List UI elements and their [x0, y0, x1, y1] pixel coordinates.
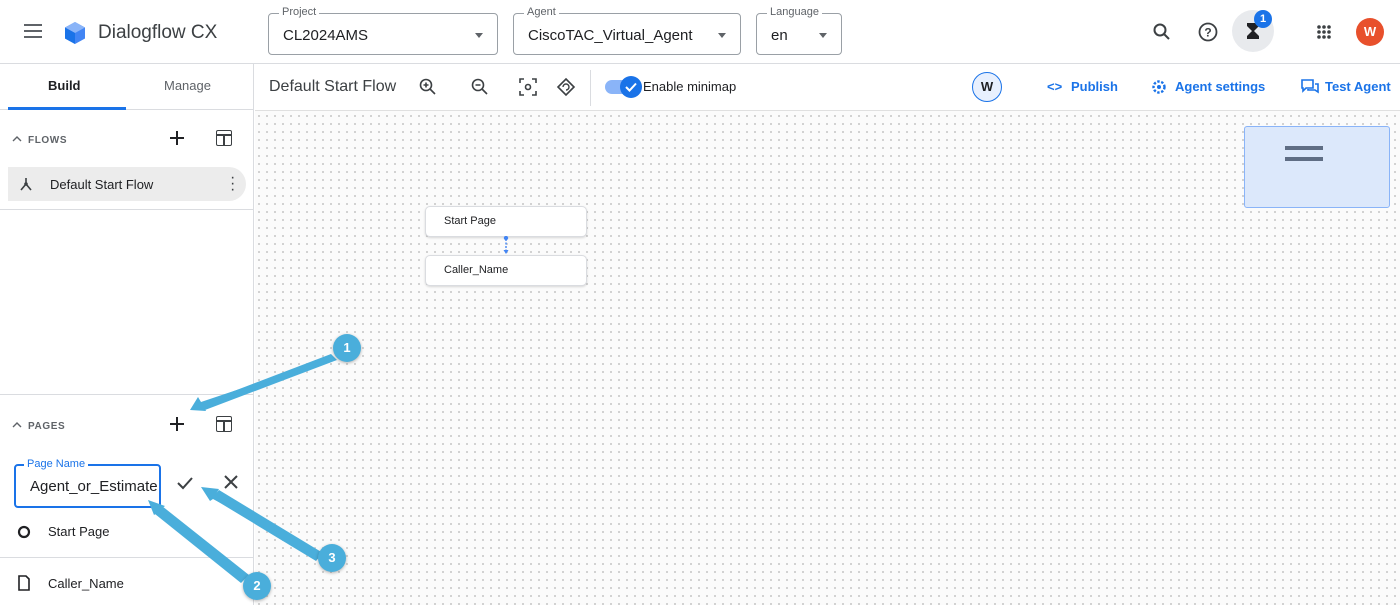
node-label: Caller_Name: [444, 264, 509, 276]
notifications-button[interactable]: 1: [1232, 10, 1274, 52]
callout-badge-1: 1: [333, 334, 361, 362]
auto-layout-icon[interactable]: [555, 76, 577, 98]
canvas-node-start-page[interactable]: Start Page: [425, 206, 587, 237]
minimap-node: [1285, 146, 1323, 150]
callout-badge-2: 2: [243, 572, 271, 600]
chevron-up-icon[interactable]: [12, 420, 22, 430]
page-name-input[interactable]: Agent_or_Estimate: [30, 478, 158, 495]
page-item-label: Start Page: [48, 524, 110, 539]
close-icon[interactable]: [222, 473, 240, 491]
project-label: Project: [279, 6, 320, 18]
apps-grid-icon[interactable]: [1310, 18, 1338, 46]
active-tab-indicator: [8, 107, 126, 110]
code-icon: <>: [1047, 79, 1063, 94]
add-flow-icon[interactable]: [168, 129, 186, 147]
agent-select[interactable]: Agent CiscoTAC_Virtual_Agent: [513, 6, 741, 55]
divider: [0, 394, 254, 395]
menu-icon[interactable]: [24, 24, 42, 38]
notification-badge: 1: [1254, 10, 1272, 28]
app-title[interactable]: Dialogflow CX: [98, 22, 217, 44]
flow-item-default-start-flow[interactable]: Default Start Flow · · ·: [8, 167, 246, 201]
chevron-down-icon: [819, 33, 827, 38]
more-vert-icon[interactable]: · · ·: [230, 170, 235, 198]
pages-header: PAGES: [28, 421, 66, 432]
canvas-node-caller-name[interactable]: Caller_Name: [425, 255, 587, 286]
flow-title: Default Start Flow: [269, 78, 397, 95]
agent-settings-label: Agent settings: [1175, 79, 1266, 94]
gear-icon: [1152, 80, 1166, 94]
sidebar-tabs: Build Manage: [0, 64, 254, 110]
divider: [590, 70, 591, 106]
page-name-field[interactable]: Page Name Agent_or_Estimate: [14, 458, 161, 508]
check-icon[interactable]: [175, 473, 195, 493]
zoom-out-icon[interactable]: [469, 76, 491, 98]
flow-canvas[interactable]: [255, 64, 1400, 605]
help-icon[interactable]: ?: [1194, 18, 1222, 46]
page-name-label: Page Name: [24, 458, 89, 470]
flows-table-icon[interactable]: [216, 130, 232, 146]
chevron-down-icon: [475, 33, 483, 38]
test-agent-button[interactable]: Test Agent: [1301, 64, 1400, 110]
flows-header: FLOWS: [28, 135, 68, 146]
publish-label: Publish: [1071, 79, 1118, 94]
agent-value: CiscoTAC_Virtual_Agent: [528, 27, 693, 44]
zoom-in-icon[interactable]: [417, 76, 439, 98]
page-icon: [18, 575, 30, 591]
canvas-toolbar: Default Start Flow Enable minimap W <> P…: [255, 64, 1400, 111]
sidebar: Build Manage FLOWS Default Start Flow · ·…: [0, 64, 254, 605]
divider: [0, 557, 254, 558]
language-value: en: [771, 27, 788, 44]
page-item-label: Caller_Name: [48, 576, 124, 591]
chat-icon: [1301, 79, 1319, 94]
minimap-label: Enable minimap: [643, 79, 737, 94]
add-page-icon[interactable]: [168, 415, 186, 433]
dialogflow-logo-icon: [65, 22, 85, 44]
agent-label: Agent: [524, 6, 559, 18]
collaborator-avatar[interactable]: W: [972, 72, 1002, 102]
pages-table-icon[interactable]: [216, 416, 232, 432]
language-select[interactable]: Language en: [756, 6, 842, 55]
page-item-start-page[interactable]: Start Page: [0, 512, 254, 552]
publish-button[interactable]: <> Publish: [1047, 64, 1123, 110]
node-label: Start Page: [444, 215, 496, 227]
test-agent-label: Test Agent: [1325, 79, 1391, 94]
circle-icon: [17, 525, 31, 539]
check-icon: [625, 82, 637, 92]
language-label: Language: [767, 6, 822, 18]
page-item-caller-name[interactable]: Caller_Name: [0, 564, 254, 604]
search-icon[interactable]: [1148, 18, 1176, 46]
chevron-down-icon: [718, 33, 726, 38]
toggle-knob: [620, 76, 642, 98]
minimap-node: [1285, 157, 1323, 161]
svg-text:?: ?: [1204, 26, 1211, 40]
top-app-bar: Dialogflow CX Project CL2024AMS Agent Ci…: [0, 0, 1400, 64]
user-avatar[interactable]: W: [1356, 18, 1384, 46]
minimap-toggle[interactable]: [605, 76, 642, 98]
agent-settings-button[interactable]: Agent settings: [1151, 64, 1275, 110]
project-value: CL2024AMS: [283, 27, 369, 44]
callout-badge-3: 3: [318, 544, 346, 572]
divider: [0, 209, 254, 210]
project-select[interactable]: Project CL2024AMS: [268, 6, 498, 55]
transition-arrow: [503, 236, 509, 254]
tab-build[interactable]: Build: [48, 78, 81, 93]
flow-icon: [20, 178, 32, 191]
chevron-up-icon[interactable]: [12, 134, 22, 144]
flow-item-label: Default Start Flow: [50, 177, 154, 192]
fit-screen-icon[interactable]: [517, 76, 539, 98]
tab-manage[interactable]: Manage: [164, 78, 211, 93]
minimap[interactable]: [1244, 126, 1390, 208]
